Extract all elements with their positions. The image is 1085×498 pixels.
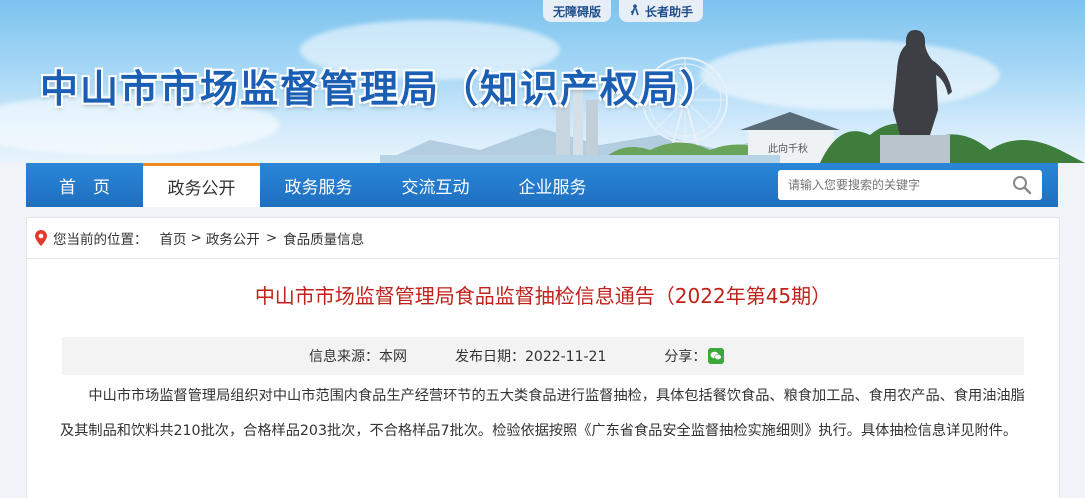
breadcrumb-government-affairs-link[interactable]: 政务公开	[206, 228, 260, 248]
article-body: 中山市市场监督管理局组织对中山市范围内食品生产经营环节的五大类食品进行监督抽检，…	[60, 388, 1025, 439]
location-pin-icon	[35, 230, 47, 246]
article-meta-bar: 信息来源：本网 发布日期：2022-11-21 分享：	[62, 337, 1024, 375]
breadcrumb-prefix: 您当前的位置：	[53, 232, 148, 248]
breadcrumb: 您当前的位置： 首页 > 政务公开 > 食品质量信息	[27, 218, 1059, 259]
header-banner: 此向千秋 无障碍版 长者助手 中山市市场监督管理局（知识产权局）	[0, 0, 1085, 163]
nav-item-interaction[interactable]: 交流互动	[377, 163, 494, 207]
nav-item-government-affairs[interactable]: 政务公开	[143, 163, 260, 207]
search-input[interactable]	[778, 171, 1018, 199]
elderly-assistant-label: 长者助手	[645, 4, 694, 19]
breadcrumb-home-link[interactable]: 首页	[160, 228, 187, 248]
svg-text:此向千秋: 此向千秋	[768, 142, 808, 155]
share-label: 分享：	[664, 349, 707, 365]
top-utility-buttons: 无障碍版 长者助手	[543, 0, 704, 22]
content-panel: 您当前的位置： 首页 > 政务公开 > 食品质量信息 中山市市场监督管理局食品监…	[26, 217, 1060, 498]
breadcrumb-separator: >	[265, 230, 278, 246]
breadcrumb-separator: >	[190, 230, 202, 246]
nav-item-home[interactable]: 首 页	[26, 163, 143, 207]
article-title: 中山市市场监督管理局食品监督抽检信息通告（2022年第45期）	[254, 284, 832, 308]
accessibility-label: 无障碍版	[553, 4, 602, 19]
site-title[interactable]: 中山市市场监督管理局（知识产权局）	[40, 58, 720, 113]
accessibility-button[interactable]: 无障碍版	[543, 0, 612, 22]
article-source: 信息来源：本网	[309, 349, 407, 365]
elderly-assistant-button[interactable]: 长者助手	[619, 0, 704, 22]
elderly-icon	[629, 3, 641, 19]
article-date: 发布日期：2022-11-21	[455, 349, 607, 365]
nav-item-enterprise-services[interactable]: 企业服务	[494, 163, 611, 207]
search-icon[interactable]	[1012, 175, 1032, 199]
breadcrumb-food-quality-link[interactable]: 食品质量信息	[283, 228, 364, 248]
search-box	[778, 170, 1042, 200]
nav-item-government-services[interactable]: 政务服务	[260, 163, 377, 207]
main-nav: 首 页 政务公开 政务服务 交流互动 企业服务	[26, 163, 1058, 207]
wechat-share-icon[interactable]	[708, 348, 725, 364]
share-group: 分享：	[664, 346, 725, 366]
